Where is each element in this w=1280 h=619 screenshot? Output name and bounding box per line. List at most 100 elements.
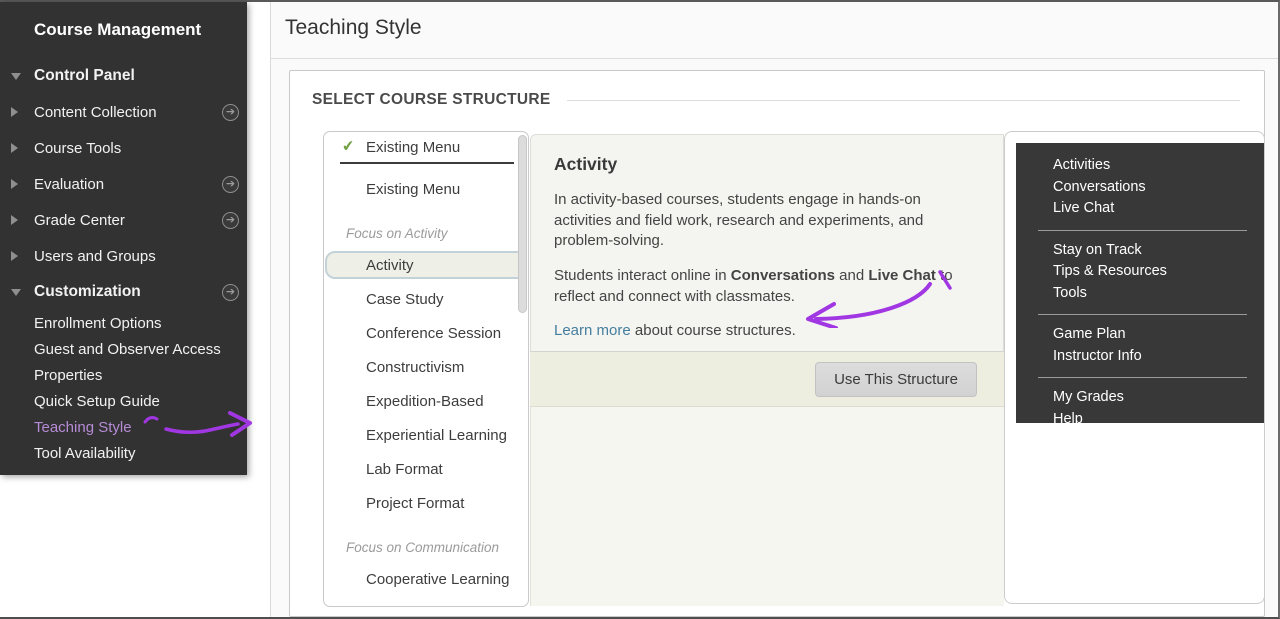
sidebar-item-tool-availability[interactable]: Tool Availability bbox=[0, 440, 247, 466]
section-label-focus-on-communication: Focus on Communication bbox=[324, 532, 528, 562]
menu-item-tools[interactable]: Tools bbox=[1053, 283, 1247, 305]
sidebar-item-customization[interactable]: Customization ➔ bbox=[0, 274, 247, 310]
menu-item-live-chat[interactable]: Live Chat bbox=[1053, 198, 1247, 220]
menu-item-conversations[interactable]: Conversations bbox=[1053, 177, 1247, 199]
menu-item-activities[interactable]: Activities bbox=[1053, 155, 1247, 177]
chevron-right-icon bbox=[11, 143, 18, 153]
menu-group-1: Activities Conversations Live Chat bbox=[1038, 146, 1247, 230]
structure-item-label: Case Study bbox=[366, 291, 444, 308]
chevron-down-icon bbox=[11, 289, 21, 296]
course-menu-preview-card: Activities Conversations Live Chat Stay … bbox=[1004, 131, 1265, 604]
learn-more-rest: about course structures. bbox=[631, 322, 796, 339]
sidebar-item-properties[interactable]: Properties bbox=[0, 362, 247, 388]
learn-more-line: Learn more about course structures. bbox=[554, 321, 981, 342]
structure-item-experiential-learning[interactable]: Experiential Learning bbox=[324, 418, 528, 452]
sidebar-item-label: Quick Setup Guide bbox=[34, 393, 160, 410]
structure-preview-panel: Activity In activity-based courses, stud… bbox=[530, 134, 1004, 606]
sidebar-title: Course Management bbox=[0, 16, 247, 58]
learn-more-link[interactable]: Learn more bbox=[554, 322, 631, 339]
course-menu-preview: Activities Conversations Live Chat Stay … bbox=[1016, 143, 1264, 423]
course-management-sidebar: Course Management Control Panel Content … bbox=[0, 2, 247, 475]
sidebar-item-users-and-groups[interactable]: Users and Groups bbox=[0, 238, 247, 274]
sidebar-item-label: Guest and Observer Access bbox=[34, 341, 221, 358]
menu-item-help[interactable]: Help bbox=[1053, 409, 1247, 431]
structure-item-label: Cooperative Learning bbox=[366, 571, 509, 588]
structure-item-conference-session[interactable]: Conference Session bbox=[324, 316, 528, 350]
chevron-down-icon bbox=[11, 73, 21, 80]
section-label-focus-on-activity: Focus on Activity bbox=[324, 218, 528, 248]
structure-item-label: Lab Format bbox=[366, 461, 443, 478]
structure-item-existing-menu[interactable]: Existing Menu bbox=[324, 172, 528, 206]
menu-item-tips-resources[interactable]: Tips & Resources bbox=[1053, 261, 1247, 283]
structure-item-label: Existing Menu bbox=[366, 181, 460, 198]
structure-item-label: Expedition-Based bbox=[366, 393, 484, 410]
section-label-text: Focus on Activity bbox=[346, 226, 448, 241]
page-header: Teaching Style bbox=[271, 2, 1278, 59]
sidebar-item-label: Users and Groups bbox=[34, 248, 156, 265]
use-this-structure-button[interactable]: Use This Structure bbox=[815, 362, 977, 397]
bold-conversations: Conversations bbox=[731, 267, 835, 284]
sidebar-item-label: Customization bbox=[34, 283, 141, 301]
chevron-right-icon bbox=[11, 107, 18, 117]
structure-paragraph-2: Students interact online in Conversation… bbox=[554, 266, 981, 307]
current-structure-header[interactable]: ✔ Existing Menu bbox=[324, 132, 528, 162]
structure-item-label: Conference Session bbox=[366, 325, 501, 342]
current-structure-label: Existing Menu bbox=[366, 139, 460, 156]
open-in-new-arrow-icon[interactable]: ➔ bbox=[222, 212, 239, 229]
list-header-rule bbox=[340, 162, 514, 164]
chevron-right-icon bbox=[11, 179, 18, 189]
sidebar-item-label: Control Panel bbox=[34, 67, 135, 85]
sidebar-item-label: Properties bbox=[34, 367, 102, 384]
structure-item-label: Activity bbox=[366, 257, 414, 274]
structure-action-bar: Use This Structure bbox=[530, 352, 1004, 407]
structure-paragraph-1: In activity-based courses, students enga… bbox=[554, 190, 981, 252]
sidebar-item-enrollment-options[interactable]: Enrollment Options bbox=[0, 310, 247, 336]
sidebar-item-label: Tool Availability bbox=[34, 445, 135, 462]
menu-item-stay-on-track[interactable]: Stay on Track bbox=[1053, 240, 1247, 262]
preview-empty-area bbox=[530, 407, 1004, 606]
page-title: Teaching Style bbox=[285, 16, 1278, 40]
sidebar-item-label: Content Collection bbox=[34, 104, 157, 121]
structure-item-label: Experiential Learning bbox=[366, 427, 507, 444]
open-in-new-arrow-icon[interactable]: ➔ bbox=[222, 176, 239, 193]
chevron-right-icon bbox=[11, 215, 18, 225]
sidebar-item-course-tools[interactable]: Course Tools bbox=[0, 130, 247, 166]
open-in-new-arrow-icon[interactable]: ➔ bbox=[222, 284, 239, 301]
menu-item-my-grades[interactable]: My Grades bbox=[1053, 387, 1247, 409]
sidebar-item-control-panel[interactable]: Control Panel bbox=[0, 58, 247, 94]
panel-heading-row: SELECT COURSE STRUCTURE bbox=[312, 91, 1240, 109]
sidebar-item-label: Enrollment Options bbox=[34, 315, 162, 332]
structure-list: ✔ Existing Menu Existing Menu Focus on A… bbox=[323, 131, 529, 607]
checkmark-icon: ✔ bbox=[341, 136, 355, 155]
structure-item-case-study[interactable]: Case Study bbox=[324, 282, 528, 316]
list-scrollbar[interactable] bbox=[518, 135, 527, 313]
section-label-text: Focus on Communication bbox=[346, 540, 499, 555]
paragraph-text: and bbox=[835, 267, 868, 284]
structure-item-lab-format[interactable]: Lab Format bbox=[324, 452, 528, 486]
bold-live-chat: Live Chat bbox=[868, 267, 936, 284]
open-in-new-arrow-icon[interactable]: ➔ bbox=[222, 104, 239, 121]
structure-item-constructivism[interactable]: Constructivism bbox=[324, 350, 528, 384]
sidebar-item-content-collection[interactable]: Content Collection ➔ bbox=[0, 94, 247, 130]
panel-heading: SELECT COURSE STRUCTURE bbox=[312, 91, 551, 109]
structure-item-label: Project Format bbox=[366, 495, 464, 512]
sidebar-item-quick-setup-guide[interactable]: Quick Setup Guide bbox=[0, 388, 247, 414]
sidebar-item-label: Teaching Style bbox=[34, 419, 132, 436]
structure-item-project-format[interactable]: Project Format bbox=[324, 486, 528, 520]
structure-item-cooperative-learning[interactable]: Cooperative Learning bbox=[324, 562, 528, 596]
sidebar-item-label: Evaluation bbox=[34, 176, 104, 193]
menu-item-instructor-info[interactable]: Instructor Info bbox=[1053, 346, 1247, 368]
paragraph-text: Students interact online in bbox=[554, 267, 731, 284]
sidebar-item-teaching-style[interactable]: Teaching Style bbox=[0, 414, 247, 440]
sidebar-item-grade-center[interactable]: Grade Center ➔ bbox=[0, 202, 247, 238]
sidebar-item-label: Course Tools bbox=[34, 140, 121, 157]
menu-group-4: My Grades Help bbox=[1038, 377, 1247, 440]
menu-group-3: Game Plan Instructor Info bbox=[1038, 314, 1247, 377]
sidebar-item-guest-observer-access[interactable]: Guest and Observer Access bbox=[0, 336, 247, 362]
menu-item-game-plan[interactable]: Game Plan bbox=[1053, 324, 1247, 346]
sidebar-item-label: Grade Center bbox=[34, 212, 125, 229]
structure-item-activity-selected[interactable]: Activity bbox=[325, 251, 527, 279]
main-content: Teaching Style SELECT COURSE STRUCTURE ✔… bbox=[270, 2, 1278, 617]
sidebar-item-evaluation[interactable]: Evaluation ➔ bbox=[0, 166, 247, 202]
structure-item-expedition-based[interactable]: Expedition-Based bbox=[324, 384, 528, 418]
